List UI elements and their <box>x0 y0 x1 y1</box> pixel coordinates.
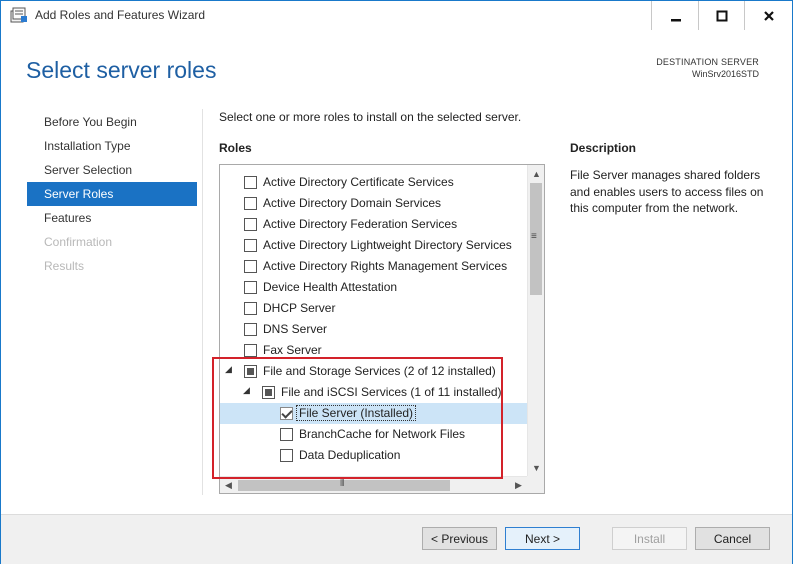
role-checkbox[interactable] <box>244 260 257 273</box>
role-item[interactable]: Active Directory Certificate Services <box>220 172 527 193</box>
role-label: DHCP Server <box>263 301 336 315</box>
role-label: Fax Server <box>263 343 322 357</box>
role-checkbox[interactable] <box>244 239 257 252</box>
scroll-left-icon[interactable]: ◀ <box>220 477 237 493</box>
role-checkbox[interactable] <box>244 218 257 231</box>
role-label: Active Directory Domain Services <box>263 196 442 210</box>
role-item[interactable]: Active Directory Domain Services <box>220 193 527 214</box>
role-checkbox[interactable] <box>244 197 257 210</box>
nav-item-features[interactable]: Features <box>27 206 197 230</box>
destination-server-label: DESTINATION SERVER <box>656 57 759 67</box>
cancel-button[interactable]: Cancel <box>695 527 770 550</box>
role-label: Active Directory Rights Management Servi… <box>263 259 508 273</box>
next-button[interactable]: Next > <box>505 527 580 550</box>
window-title: Add Roles and Features Wizard <box>35 8 206 22</box>
grip-icon: ≡ <box>531 231 537 242</box>
button-bar: < Previous Next > Install Cancel <box>1 514 792 564</box>
nav-item-server-roles[interactable]: Server Roles <box>27 182 197 206</box>
role-item[interactable]: Active Directory Federation Services <box>220 214 527 235</box>
close-button[interactable] <box>745 1 792 30</box>
nav-item-server-selection[interactable]: Server Selection <box>27 158 197 182</box>
role-item[interactable]: DNS Server <box>220 319 527 340</box>
minimize-icon <box>670 18 681 21</box>
nav-item-installation-type[interactable]: Installation Type <box>27 134 197 158</box>
install-button: Install <box>612 527 687 550</box>
previous-button[interactable]: < Previous <box>422 527 497 550</box>
role-checkbox[interactable] <box>244 302 257 315</box>
role-item[interactable]: DHCP Server <box>220 298 527 319</box>
role-checkbox[interactable] <box>244 344 257 357</box>
scroll-right-icon[interactable]: ▶ <box>510 477 527 493</box>
wizard-window: Add Roles and Features Wizard Select ser… <box>0 0 793 564</box>
role-item[interactable]: Active Directory Rights Management Servi… <box>220 256 527 277</box>
nav-item-confirmation: Confirmation <box>44 235 113 249</box>
scrollbar-corner <box>527 476 544 493</box>
role-label: Active Directory Certificate Services <box>263 175 454 189</box>
description-text: File Server manages shared folders and e… <box>570 168 764 215</box>
role-checkbox[interactable] <box>244 281 257 294</box>
role-item[interactable]: Device Health Attestation <box>220 277 527 298</box>
role-checkbox[interactable] <box>244 323 257 336</box>
minimize-button[interactable] <box>652 1 699 30</box>
role-item[interactable]: Active Directory Lightweight Directory S… <box>220 235 527 256</box>
role-label: Active Directory Lightweight Directory S… <box>263 238 512 252</box>
close-icon <box>763 10 774 21</box>
grip-icon: ⦀ <box>340 478 345 489</box>
title-bar[interactable]: Add Roles and Features Wizard <box>1 1 792 30</box>
nav-divider <box>202 109 203 495</box>
maximize-icon <box>716 10 728 21</box>
nav-item-results: Results <box>44 259 85 273</box>
scroll-up-icon[interactable]: ▲ <box>528 165 544 182</box>
role-checkbox[interactable] <box>244 176 257 189</box>
role-label: DNS Server <box>263 322 328 336</box>
destination-server-name: WinSrv2016STD <box>691 69 759 79</box>
instruction-text: Select one or more roles to install on t… <box>219 110 522 124</box>
server-manager-icon <box>10 7 27 23</box>
maximize-button[interactable] <box>699 1 745 30</box>
nav-item-before-you-begin[interactable]: Before You Begin <box>27 110 197 134</box>
roles-heading: Roles <box>219 141 252 155</box>
role-label: Device Health Attestation <box>263 280 398 294</box>
horizontal-scroll-thumb[interactable]: ⦀ <box>238 478 450 491</box>
scroll-down-icon[interactable]: ▼ <box>528 459 544 476</box>
annotation-highlight-rectangle <box>212 357 503 479</box>
vertical-scroll-thumb[interactable]: ≡ <box>530 183 542 295</box>
role-label: Active Directory Federation Services <box>263 217 458 231</box>
description-heading: Description <box>570 141 637 155</box>
page-title: Select server roles <box>26 57 217 83</box>
wizard-nav: Before You Begin Installation Type Serve… <box>27 110 197 278</box>
vertical-scrollbar[interactable]: ▲ ≡ ▼ <box>527 165 544 476</box>
